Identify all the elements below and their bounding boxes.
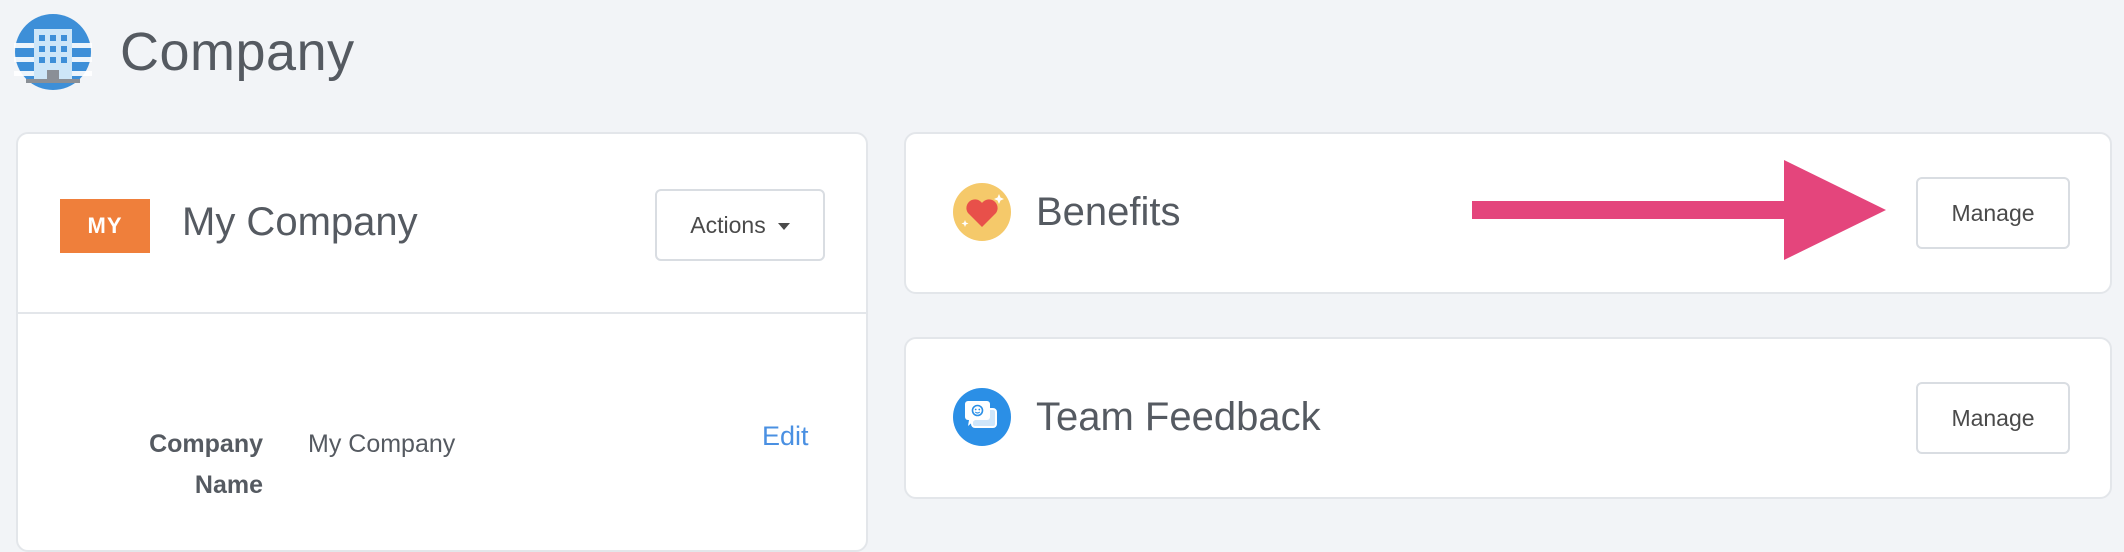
- company-card-header: MY My Company Actions: [18, 134, 866, 314]
- company-name-label: Company Name: [149, 430, 263, 499]
- heart-icon: [953, 183, 1011, 241]
- company-name-heading: My Company: [182, 200, 418, 244]
- annotation-arrow-icon: [1472, 160, 1886, 260]
- edit-company-name-link[interactable]: Edit: [762, 421, 809, 452]
- page-header: Company: [14, 12, 355, 92]
- caret-down-icon: [777, 222, 790, 230]
- page-title: Company: [120, 22, 355, 82]
- company-name-value: My Company: [308, 430, 456, 458]
- benefits-manage-button[interactable]: Manage: [1916, 177, 2070, 249]
- team-feedback-manage-button[interactable]: Manage: [1916, 382, 2070, 454]
- team-feedback-card: Team Feedback Manage: [904, 337, 2112, 499]
- team-feedback-title: Team Feedback: [1036, 395, 1321, 439]
- building-icon: [14, 14, 92, 90]
- actions-dropdown-button[interactable]: Actions: [655, 189, 825, 261]
- actions-button-label: Actions: [690, 211, 766, 238]
- company-logo-badge: MY: [60, 199, 150, 253]
- chat-icon: [953, 388, 1011, 446]
- benefits-title: Benefits: [1036, 190, 1181, 234]
- company-card: MY My Company Actions Company Name My Co…: [16, 132, 868, 552]
